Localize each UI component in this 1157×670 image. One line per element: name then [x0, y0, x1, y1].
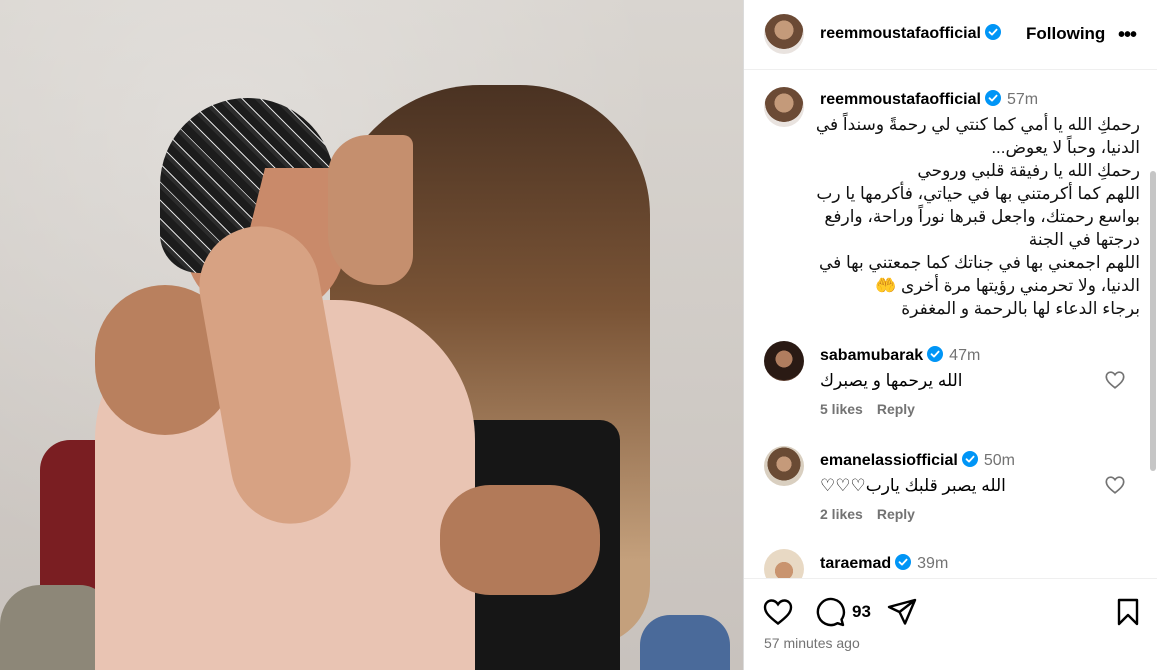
comment-avatar[interactable] — [764, 341, 804, 381]
post-actions-bar: 93 57 minutes ago — [744, 578, 1157, 670]
comments-scroll-area[interactable]: reemmoustafaofficial 57m رحمكِ الله يا أم… — [744, 71, 1157, 578]
comment-username[interactable]: emanelassiofficial 50m — [820, 451, 1015, 470]
comment-text: الله يرحمها و يصبرك — [820, 371, 963, 390]
comment-username-text[interactable]: sabamubarak — [820, 347, 923, 364]
author-username[interactable]: reemmoustafaofficial — [820, 24, 1001, 43]
comment-icon[interactable] — [814, 596, 846, 628]
author-avatar[interactable] — [764, 14, 804, 54]
bookmark-icon[interactable] — [1112, 596, 1144, 628]
scrollbar-thumb[interactable] — [1150, 171, 1156, 471]
comment-meta: 2 likes Reply — [820, 506, 915, 522]
share-icon[interactable] — [886, 596, 918, 628]
heart-icon[interactable] — [762, 596, 794, 628]
post-header: reemmoustafaofficial Following ••• — [744, 0, 1157, 70]
caption-text: رحمكِ الله يا أمي كما كنتي لي رحمةً وسند… — [815, 115, 1140, 318]
comment-count[interactable]: 93 — [852, 602, 871, 622]
verified-badge-icon — [961, 451, 978, 467]
comment-username-text[interactable]: emanelassiofficial — [820, 452, 958, 469]
verified-badge-icon — [984, 24, 1001, 40]
photo-mother-hand — [440, 485, 600, 595]
photo-daughter-face — [328, 135, 413, 285]
comment-like-heart-icon[interactable] — [1104, 369, 1126, 391]
comment-avatar[interactable] — [764, 549, 804, 578]
caption-username-text[interactable]: reemmoustafaofficial — [820, 91, 981, 108]
following-button[interactable]: Following — [1026, 24, 1105, 44]
verified-badge-icon — [984, 90, 1001, 106]
photo-pillow — [0, 585, 110, 670]
caption-username[interactable]: reemmoustafaofficial 57m — [820, 90, 1038, 109]
comment-meta: 5 likes Reply — [820, 401, 915, 417]
author-username-text[interactable]: reemmoustafaofficial — [820, 25, 981, 42]
comment-time[interactable]: 47m — [949, 347, 980, 364]
comment-username[interactable]: sabamubarak 47m — [820, 346, 980, 365]
comment-reply-button[interactable]: Reply — [877, 506, 915, 522]
comment-like-heart-icon[interactable] — [1104, 474, 1126, 496]
post-timestamp[interactable]: 57 minutes ago — [764, 635, 860, 651]
verified-badge-icon — [927, 346, 944, 362]
caption-avatar[interactable] — [764, 87, 804, 127]
comment-username-text[interactable]: taraemad — [820, 555, 891, 572]
verified-badge-icon — [895, 554, 912, 570]
comment-likes[interactable]: 2 likes — [820, 506, 863, 522]
comment-username[interactable]: taraemad 39m — [820, 554, 948, 573]
comment-text: الله يصبر قلبك يارب♡♡♡ — [820, 476, 1006, 495]
post-photo[interactable] — [0, 0, 743, 670]
comment-time[interactable]: 39m — [917, 555, 948, 572]
post-side-panel: reemmoustafaofficial Following ••• reemm… — [743, 0, 1157, 670]
comment-likes[interactable]: 5 likes — [820, 401, 863, 417]
comment-reply-button[interactable]: Reply — [877, 401, 915, 417]
more-options-icon[interactable]: ••• — [1118, 24, 1137, 47]
comment-avatar[interactable] — [764, 446, 804, 486]
caption-time[interactable]: 57m — [1007, 91, 1038, 108]
photo-bag — [640, 615, 730, 670]
comment-time[interactable]: 50m — [984, 452, 1015, 469]
